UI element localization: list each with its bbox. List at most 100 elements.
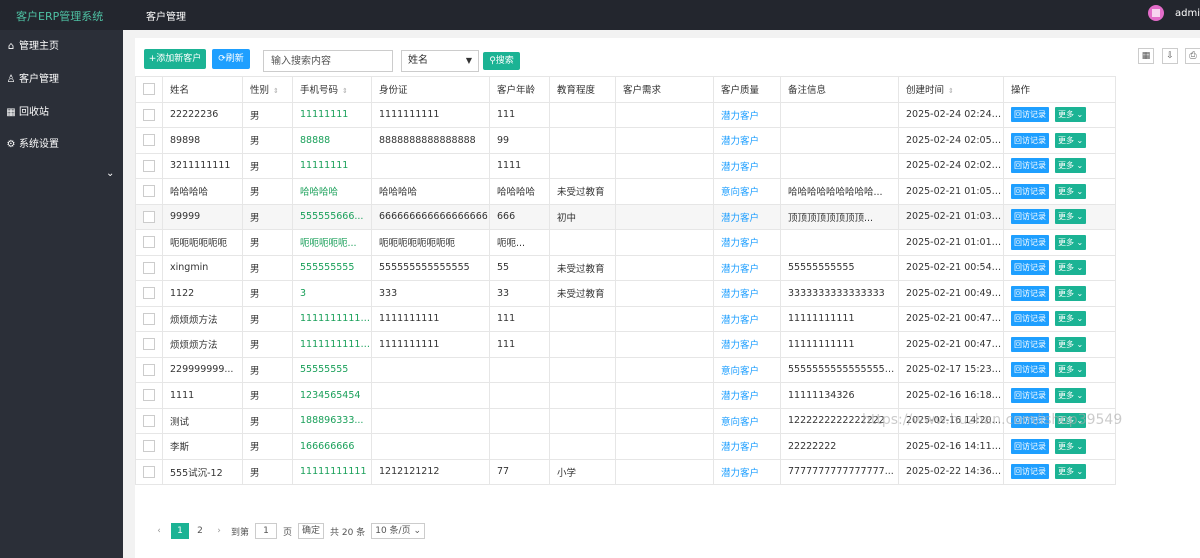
visit-record-button[interactable]: 回访记录 bbox=[1011, 285, 1049, 301]
row-checkbox-cell[interactable] bbox=[135, 203, 163, 230]
more-button[interactable]: 更多 ⌄ bbox=[1055, 107, 1087, 123]
checkbox[interactable] bbox=[143, 108, 155, 121]
column-header[interactable]: 备注信息 bbox=[780, 76, 899, 103]
select-all-checkbox[interactable] bbox=[135, 76, 163, 103]
column-header[interactable]: 手机号码 ⇕ bbox=[292, 76, 372, 103]
more-button[interactable]: 更多 ⌄ bbox=[1055, 311, 1087, 327]
row-checkbox-cell[interactable] bbox=[135, 127, 163, 154]
row-checkbox-cell[interactable] bbox=[135, 407, 163, 434]
page-size-select[interactable]: 10 条/页 ⌄ bbox=[371, 523, 425, 539]
checkbox[interactable] bbox=[143, 83, 155, 96]
checkbox[interactable] bbox=[143, 363, 155, 376]
visit-record-button[interactable]: 回访记录 bbox=[1011, 183, 1049, 199]
more-button[interactable]: 更多 ⌄ bbox=[1055, 260, 1087, 276]
more-button[interactable]: 更多 ⌄ bbox=[1055, 285, 1087, 301]
columns-icon[interactable]: ▦ bbox=[1138, 48, 1154, 64]
more-button[interactable]: 更多 ⌄ bbox=[1055, 336, 1087, 352]
checkbox[interactable] bbox=[143, 210, 155, 223]
checkbox[interactable] bbox=[143, 287, 155, 300]
column-header[interactable]: 姓名 bbox=[162, 76, 243, 103]
goto-page-input[interactable]: 1 bbox=[255, 523, 278, 539]
search-field-select[interactable]: 姓名 ▼ bbox=[401, 50, 479, 72]
visit-record-button[interactable]: 回访记录 bbox=[1011, 107, 1049, 123]
row-checkbox-cell[interactable] bbox=[135, 229, 163, 256]
column-header[interactable]: 创建时间 ⇕ bbox=[898, 76, 1004, 103]
more-button[interactable]: 更多 ⌄ bbox=[1055, 158, 1087, 174]
row-checkbox-cell[interactable] bbox=[135, 178, 163, 205]
search-button[interactable]: ⚲搜索 bbox=[483, 52, 520, 70]
visit-record-button[interactable]: 回访记录 bbox=[1011, 387, 1049, 403]
page-2-button[interactable]: 2 bbox=[191, 526, 209, 536]
row-checkbox-cell[interactable] bbox=[135, 331, 163, 358]
more-button[interactable]: 更多 ⌄ bbox=[1055, 464, 1087, 480]
visit-record-button[interactable]: 回访记录 bbox=[1011, 362, 1049, 378]
refresh-button[interactable]: ⟳刷新 bbox=[212, 49, 250, 69]
row-checkbox-cell[interactable] bbox=[135, 305, 163, 332]
cell-phone: 11111111 bbox=[292, 152, 372, 179]
checkbox[interactable] bbox=[143, 338, 155, 351]
visit-record-button[interactable]: 回访记录 bbox=[1011, 438, 1049, 454]
column-header[interactable]: 身份证 bbox=[371, 76, 490, 103]
sort-icon[interactable]: ⇕ bbox=[273, 87, 279, 95]
column-header[interactable]: 性别 ⇕ bbox=[242, 76, 293, 103]
row-checkbox-cell[interactable] bbox=[135, 280, 163, 307]
top-nav-customer-management[interactable]: 客户管理 bbox=[146, 8, 186, 23]
search-input[interactable] bbox=[263, 50, 393, 72]
visit-record-button[interactable]: 回访记录 bbox=[1011, 234, 1049, 250]
more-button[interactable]: 更多 ⌄ bbox=[1055, 132, 1087, 148]
checkbox[interactable] bbox=[143, 261, 155, 274]
checkbox[interactable] bbox=[143, 134, 155, 147]
column-header[interactable]: 客户年龄 bbox=[489, 76, 550, 103]
visit-record-button[interactable]: 回访记录 bbox=[1011, 260, 1049, 276]
goto-confirm-button[interactable]: 确定 bbox=[298, 523, 325, 539]
checkbox[interactable] bbox=[143, 465, 155, 478]
visit-record-button[interactable]: 回访记录 bbox=[1011, 464, 1049, 480]
row-checkbox-cell[interactable] bbox=[135, 152, 163, 179]
visit-record-button[interactable]: 回访记录 bbox=[1011, 158, 1049, 174]
sidebar-item-recycle-bin[interactable]: ▦ 回收站 bbox=[6, 104, 49, 122]
checkbox[interactable] bbox=[143, 414, 155, 427]
row-checkbox-cell[interactable] bbox=[135, 433, 163, 460]
cell-demand bbox=[615, 407, 714, 434]
sidebar-item-customers[interactable]: ♙ 客户管理 bbox=[6, 71, 59, 89]
row-checkbox-cell[interactable] bbox=[135, 101, 163, 128]
more-button[interactable]: 更多 ⌄ bbox=[1055, 387, 1087, 403]
sort-icon[interactable]: ⇕ bbox=[342, 87, 348, 95]
visit-record-button[interactable]: 回访记录 bbox=[1011, 336, 1049, 352]
column-header[interactable]: 客户需求 bbox=[615, 76, 714, 103]
add-customer-button[interactable]: +添加新客户 bbox=[144, 49, 206, 69]
checkbox[interactable] bbox=[143, 389, 155, 402]
page-1-button[interactable]: 1 bbox=[171, 523, 189, 539]
next-page-button[interactable]: › bbox=[213, 526, 225, 536]
more-button[interactable]: 更多 ⌄ bbox=[1055, 183, 1087, 199]
row-checkbox-cell[interactable] bbox=[135, 382, 163, 409]
sort-icon[interactable]: ⇕ bbox=[948, 87, 954, 95]
print-icon[interactable]: ⎙ bbox=[1185, 48, 1200, 64]
chevron-down-icon[interactable]: ⌄ bbox=[106, 168, 114, 179]
avatar[interactable] bbox=[1148, 5, 1164, 21]
visit-record-button[interactable]: 回访记录 bbox=[1011, 132, 1049, 148]
export-icon[interactable]: ⇩ bbox=[1162, 48, 1178, 64]
more-button[interactable]: 更多 ⌄ bbox=[1055, 438, 1087, 454]
checkbox[interactable] bbox=[143, 312, 155, 325]
row-checkbox-cell[interactable] bbox=[135, 458, 163, 485]
more-button[interactable]: 更多 ⌄ bbox=[1055, 209, 1087, 225]
column-header[interactable]: 教育程度 bbox=[549, 76, 616, 103]
visit-record-button[interactable]: 回访记录 bbox=[1011, 209, 1049, 225]
row-checkbox-cell[interactable] bbox=[135, 254, 163, 281]
column-header[interactable]: 客户质量 bbox=[713, 76, 781, 103]
more-button[interactable]: 更多 ⌄ bbox=[1055, 234, 1087, 250]
checkbox[interactable] bbox=[143, 440, 155, 453]
row-checkbox-cell[interactable] bbox=[135, 356, 163, 383]
visit-record-button[interactable]: 回访记录 bbox=[1011, 311, 1049, 327]
search-field-value: 姓名 bbox=[408, 55, 428, 66]
sidebar-item-settings[interactable]: ⚙ 系统设置 bbox=[6, 136, 59, 154]
user-name[interactable]: admin bbox=[1175, 8, 1200, 19]
checkbox[interactable] bbox=[143, 236, 155, 249]
sidebar-item-home[interactable]: ⌂ 管理主页 bbox=[6, 38, 59, 56]
prev-page-button[interactable]: ‹ bbox=[153, 526, 165, 536]
app-brand[interactable]: 客户ERP管理系统 bbox=[16, 8, 103, 24]
checkbox[interactable] bbox=[143, 159, 155, 172]
checkbox[interactable] bbox=[143, 185, 155, 198]
more-button[interactable]: 更多 ⌄ bbox=[1055, 362, 1087, 378]
